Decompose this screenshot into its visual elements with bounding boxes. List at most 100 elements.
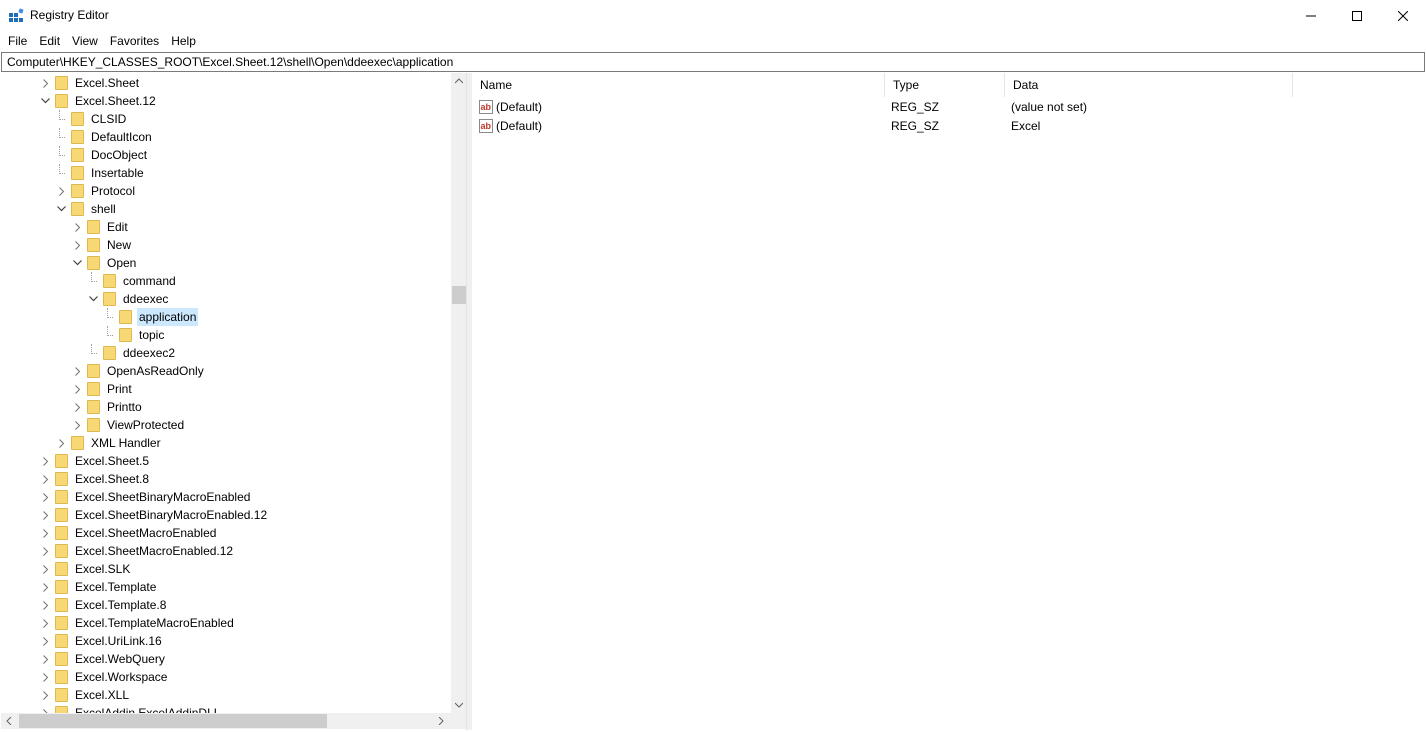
tree-item[interactable]: ddeexec2 (1, 344, 451, 362)
tree-item[interactable]: Excel.Sheet (1, 74, 451, 92)
column-header-name[interactable]: Name (472, 73, 885, 97)
chevron-right-icon[interactable] (41, 74, 50, 92)
chevron-right-icon[interactable] (41, 668, 50, 686)
tree-item[interactable]: ViewProtected (1, 416, 451, 434)
address-bar[interactable]: Computer\HKEY_CLASSES_ROOT\Excel.Sheet.1… (1, 52, 1425, 72)
minimize-button[interactable] (1288, 0, 1334, 31)
menu-file[interactable]: File (2, 31, 33, 51)
chevron-right-icon[interactable] (73, 398, 82, 416)
chevron-right-icon[interactable] (41, 506, 50, 524)
tree-item[interactable]: Edit (1, 218, 451, 236)
chevron-down-icon[interactable] (57, 200, 66, 218)
value-type: REG_SZ (891, 119, 940, 133)
chevron-right-icon[interactable] (41, 578, 50, 596)
chevron-right-icon[interactable] (41, 704, 50, 713)
tree-item[interactable]: Insertable (1, 164, 451, 182)
tree-item[interactable]: command (1, 272, 451, 290)
close-button[interactable] (1380, 0, 1426, 31)
scroll-up-icon[interactable] (451, 73, 466, 89)
tree-item[interactable]: Excel.TemplateMacroEnabled (1, 614, 451, 632)
chevron-right-icon[interactable] (41, 542, 50, 560)
scroll-left-icon[interactable] (1, 713, 17, 729)
menu-edit[interactable]: Edit (33, 31, 66, 51)
tree-item[interactable]: topic (1, 326, 451, 344)
chevron-down-icon[interactable] (89, 290, 98, 308)
tree-item[interactable]: application (1, 308, 451, 326)
tree-item[interactable]: Excel.Template (1, 578, 451, 596)
chevron-right-icon[interactable] (73, 380, 82, 398)
tree-item[interactable]: Excel.SLK (1, 560, 451, 578)
folder-icon (55, 634, 68, 648)
tree-item[interactable]: Excel.SheetMacroEnabled.12 (1, 542, 451, 560)
tree-item[interactable]: Excel.WebQuery (1, 650, 451, 668)
tree-horizontal-scrollbar[interactable] (1, 713, 451, 729)
chevron-right-icon[interactable] (41, 614, 50, 632)
tree-item[interactable]: shell (1, 200, 451, 218)
title-bar: Registry Editor (0, 0, 1426, 31)
tree-item[interactable]: Excel.SheetBinaryMacroEnabled (1, 488, 451, 506)
chevron-down-icon[interactable] (73, 254, 82, 272)
column-header-type[interactable]: Type (885, 73, 1005, 97)
tree-item[interactable]: Excel.UriLink.16 (1, 632, 451, 650)
tree-vertical-scrollbar[interactable] (451, 73, 466, 713)
tree-item[interactable]: Excel.XLL (1, 686, 451, 704)
tree-item[interactable]: Excel.Template.8 (1, 596, 451, 614)
tree-item[interactable]: Print (1, 380, 451, 398)
tree-item[interactable]: Protocol (1, 182, 451, 200)
chevron-right-icon[interactable] (41, 686, 50, 704)
chevron-right-icon[interactable] (73, 362, 82, 380)
scroll-down-icon[interactable] (451, 697, 466, 713)
tree-item[interactable]: Excel.Sheet.12 (1, 92, 451, 110)
folder-icon (55, 76, 68, 90)
tree-item[interactable]: XML Handler (1, 434, 451, 452)
tree-item[interactable]: OpenAsReadOnly (1, 362, 451, 380)
chevron-right-icon[interactable] (57, 182, 66, 200)
tree-item-label: Excel.Template.8 (75, 598, 167, 612)
chevron-right-icon[interactable] (41, 452, 50, 470)
horizontal-scroll-thumb[interactable] (19, 714, 327, 728)
tree-item[interactable]: Excel.SheetBinaryMacroEnabled.12 (1, 506, 451, 524)
value-row[interactable]: ab (Default) REG_SZ Excel (472, 117, 1425, 136)
vertical-scroll-thumb[interactable] (452, 286, 466, 304)
maximize-button[interactable] (1334, 0, 1380, 31)
tree-item[interactable]: Excel.SheetMacroEnabled (1, 524, 451, 542)
folder-icon (87, 418, 100, 432)
chevron-right-icon[interactable] (73, 218, 82, 236)
chevron-right-icon[interactable] (41, 470, 50, 488)
chevron-right-icon[interactable] (41, 524, 50, 542)
folder-icon (55, 454, 68, 468)
tree-item[interactable]: Open (1, 254, 451, 272)
tree-item[interactable]: Excel.Workspace (1, 668, 451, 686)
chevron-right-icon[interactable] (41, 632, 50, 650)
tree-item[interactable]: DocObject (1, 146, 451, 164)
tree-item-label: CLSID (91, 112, 127, 126)
menu-view[interactable]: View (66, 31, 104, 51)
tree-item[interactable]: DefaultIcon (1, 128, 451, 146)
chevron-right-icon[interactable] (41, 596, 50, 614)
folder-icon (55, 652, 68, 666)
menu-favorites[interactable]: Favorites (104, 31, 165, 51)
chevron-right-icon[interactable] (41, 560, 50, 578)
chevron-right-icon[interactable] (57, 434, 66, 452)
tree-item[interactable]: ddeexec (1, 290, 451, 308)
minimize-icon (1306, 15, 1316, 16)
chevron-down-icon[interactable] (41, 92, 50, 110)
chevron-right-icon[interactable] (73, 236, 82, 254)
value-name: (Default) (496, 119, 543, 133)
svg-text:ab: ab (481, 121, 492, 131)
tree-item[interactable]: ExcelAddin.ExcelAddinDLL (1, 704, 451, 713)
menu-help[interactable]: Help (165, 31, 202, 51)
folder-icon (87, 382, 100, 396)
folder-icon (103, 274, 116, 288)
chevron-right-icon[interactable] (73, 416, 82, 434)
scroll-right-icon[interactable] (433, 713, 449, 729)
tree-item[interactable]: Printto (1, 398, 451, 416)
tree-item[interactable]: Excel.Sheet.5 (1, 452, 451, 470)
tree-item[interactable]: Excel.Sheet.8 (1, 470, 451, 488)
chevron-right-icon[interactable] (41, 488, 50, 506)
tree-item[interactable]: New (1, 236, 451, 254)
column-header-data[interactable]: Data (1005, 73, 1293, 97)
chevron-right-icon[interactable] (41, 650, 50, 668)
tree-item[interactable]: CLSID (1, 110, 451, 128)
value-row[interactable]: ab (Default) REG_SZ (value not set) (472, 98, 1425, 117)
